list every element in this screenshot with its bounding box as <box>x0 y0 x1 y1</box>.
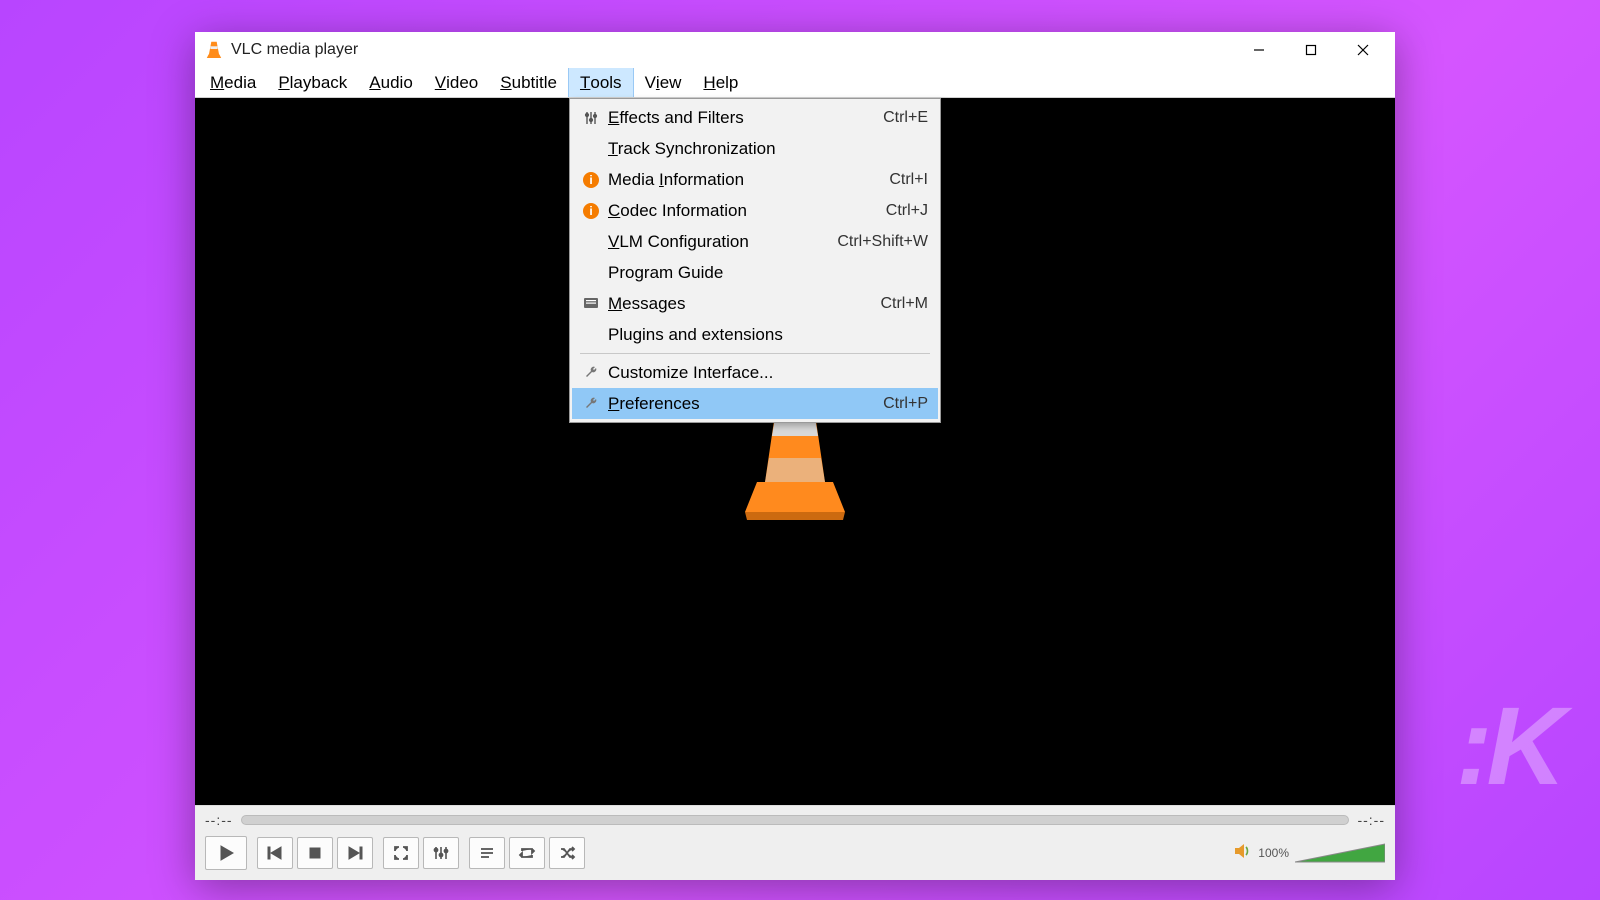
shuffle-button[interactable] <box>549 837 585 869</box>
seekbar-row: --:-- --:-- <box>195 806 1395 830</box>
menu-subtitle[interactable]: Subtitle <box>489 68 568 97</box>
menu-item-shortcut: Ctrl+Shift+W <box>837 233 928 251</box>
play-button[interactable] <box>205 836 247 870</box>
tools-menu-item-codec-information[interactable]: iCodec InformationCtrl+J <box>572 195 938 226</box>
tools-menu-item-messages[interactable]: MessagesCtrl+M <box>572 288 938 319</box>
tools-dropdown-menu: Effects and FiltersCtrl+E Track Synchroni… <box>569 98 941 423</box>
vlc-window: VLC media player MediaPlaybackAudioVideo… <box>195 32 1395 880</box>
loop-button[interactable] <box>509 837 545 869</box>
menu-playback[interactable]: Playback <box>267 68 358 97</box>
menu-help[interactable]: Help <box>692 68 749 97</box>
tools-menu-item-program-guide[interactable]: Program Guide <box>572 257 938 288</box>
window-buttons <box>1233 34 1389 66</box>
menu-item-label: Customize Interface... <box>604 363 928 383</box>
menu-item-label: Codec Information <box>604 201 886 221</box>
previous-button[interactable] <box>257 837 293 869</box>
view-group <box>383 837 459 869</box>
window-title: VLC media player <box>231 41 358 59</box>
volume-area: 100% <box>1234 842 1385 864</box>
menu-item-label: Program Guide <box>604 263 928 283</box>
menu-item-label: Effects and Filters <box>604 108 883 128</box>
close-button[interactable] <box>1337 34 1389 66</box>
menu-item-shortcut: Ctrl+E <box>883 109 928 127</box>
stop-button[interactable] <box>297 837 333 869</box>
elapsed-time-label: --:-- <box>205 812 233 828</box>
menu-separator <box>580 353 930 354</box>
tools-menu-item-vlm-configuration[interactable]: VLM ConfigurationCtrl+Shift+W <box>572 226 938 257</box>
background-watermark: :K <box>1456 683 1560 810</box>
volume-percent-label: 100% <box>1258 846 1289 860</box>
wrench-icon <box>578 365 604 381</box>
tools-menu-item-preferences[interactable]: PreferencesCtrl+P <box>572 388 938 419</box>
seekbar[interactable] <box>241 815 1350 825</box>
sliders-icon <box>578 110 604 126</box>
menu-item-label: Track Synchronization <box>604 139 928 159</box>
maximize-button[interactable] <box>1285 34 1337 66</box>
speaker-icon[interactable] <box>1234 843 1252 864</box>
menu-item-shortcut: Ctrl+M <box>880 295 928 313</box>
app-icon <box>205 40 223 60</box>
total-time-label: --:-- <box>1357 812 1385 828</box>
menu-item-shortcut: Ctrl+I <box>889 171 928 189</box>
menu-item-shortcut: Ctrl+J <box>886 202 928 220</box>
playlist-group <box>469 837 585 869</box>
wrench-icon <box>578 396 604 412</box>
controls-row: 100% <box>195 830 1395 880</box>
menu-item-label: Messages <box>604 294 880 314</box>
tools-menu-item-customize-interface[interactable]: Customize Interface... <box>572 357 938 388</box>
msg-icon <box>578 297 604 311</box>
menu-media[interactable]: Media <box>199 68 267 97</box>
bottom-panel: --:-- --:-- <box>195 805 1395 880</box>
volume-slider[interactable] <box>1295 842 1385 864</box>
tools-menu-item-media-information[interactable]: iMedia InformationCtrl+I <box>572 164 938 195</box>
next-button[interactable] <box>337 837 373 869</box>
minimize-button[interactable] <box>1233 34 1285 66</box>
titlebar: VLC media player <box>195 32 1395 68</box>
tools-menu-item-plugins-and-extensions[interactable]: Plugins and extensions <box>572 319 938 350</box>
menu-audio[interactable]: Audio <box>358 68 423 97</box>
playlist-button[interactable] <box>469 837 505 869</box>
menu-tools[interactable]: Tools <box>568 68 634 97</box>
menu-video[interactable]: Video <box>424 68 489 97</box>
tools-menu-item-track-synchronization[interactable]: Track Synchronization <box>572 133 938 164</box>
menu-item-label: VLM Configuration <box>604 232 837 252</box>
info-icon: i <box>578 172 604 188</box>
menubar: MediaPlaybackAudioVideoSubtitleToolsView… <box>195 68 1395 98</box>
fullscreen-button[interactable] <box>383 837 419 869</box>
menu-item-label: Plugins and extensions <box>604 325 928 345</box>
menu-item-label: Media Information <box>604 170 889 190</box>
transport-group <box>257 837 373 869</box>
menu-item-shortcut: Ctrl+P <box>883 395 928 413</box>
info-icon: i <box>578 203 604 219</box>
menu-item-label: Preferences <box>604 394 883 414</box>
menu-view[interactable]: View <box>634 68 693 97</box>
tools-menu-item-effects-and-filters[interactable]: Effects and FiltersCtrl+E <box>572 102 938 133</box>
extended-settings-button[interactable] <box>423 837 459 869</box>
